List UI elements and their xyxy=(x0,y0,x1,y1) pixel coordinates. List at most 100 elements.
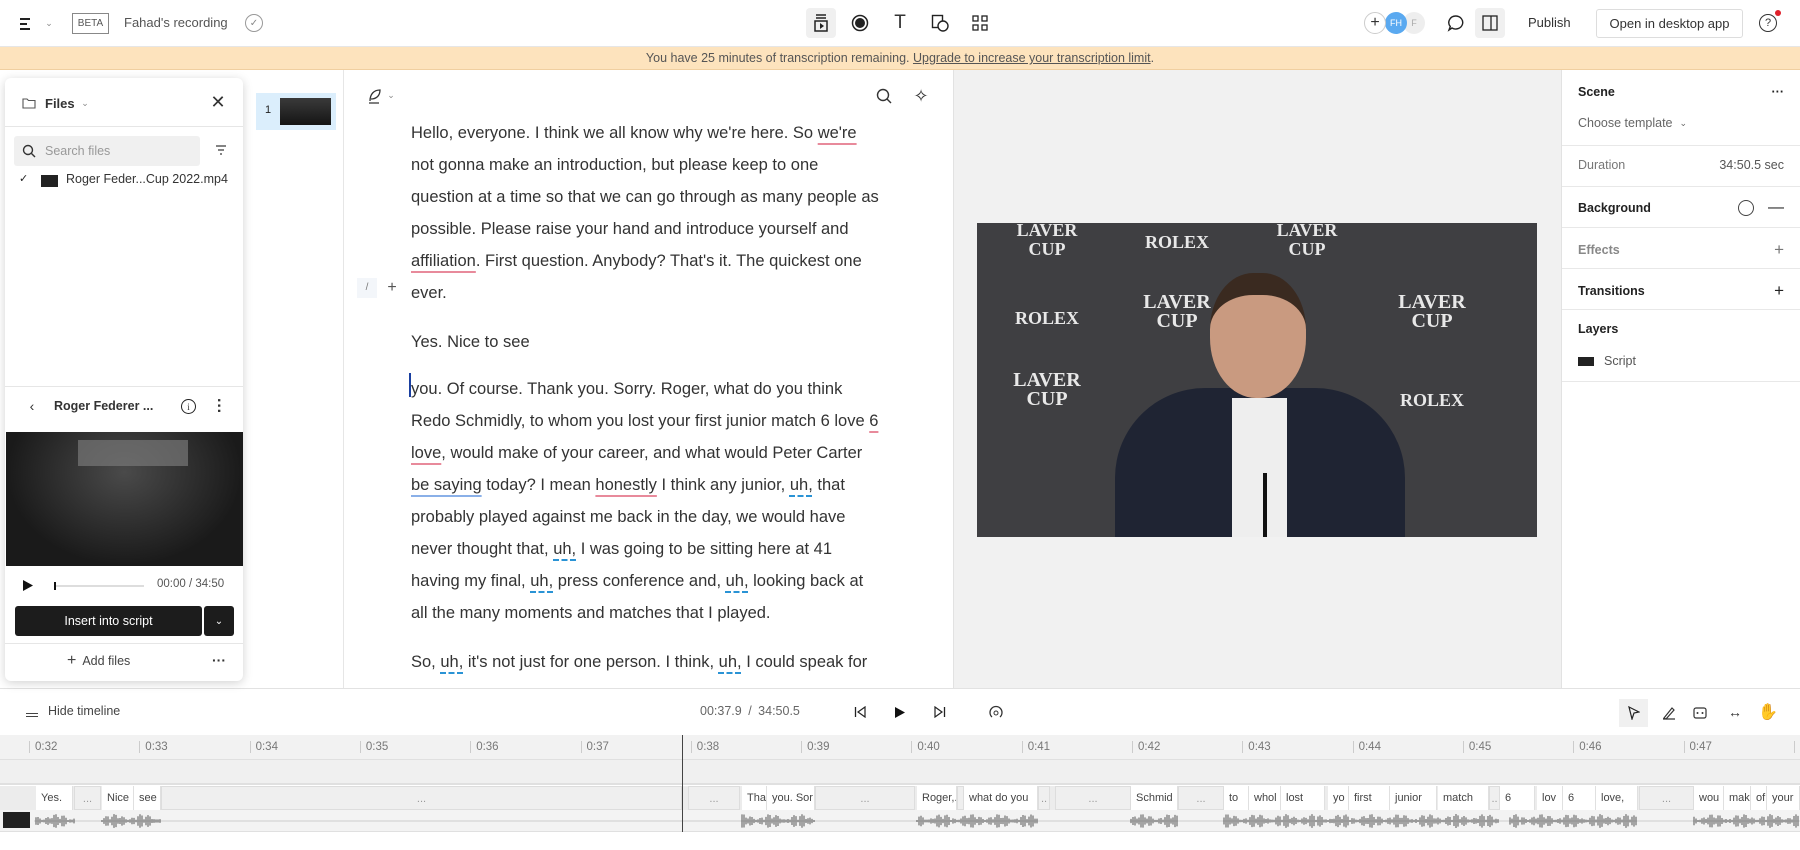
filler-word[interactable]: uh, xyxy=(790,476,813,494)
transcript-paragraph[interactable]: So, uh, it's not just for one person. I … xyxy=(411,646,911,678)
transcript-paragraph[interactable]: Hello, everyone. I think we all know why… xyxy=(411,117,911,309)
word-tile[interactable]: 6 xyxy=(1563,786,1596,810)
more-horizontal-icon[interactable]: ··· xyxy=(1772,85,1785,99)
chevron-down-icon[interactable]: ⌄ xyxy=(43,16,55,30)
avatar-fh[interactable]: FH xyxy=(1385,12,1407,34)
video-frame[interactable]: LAVER CUP ROLEX LAVER CUP ROLEX LAVER CU… xyxy=(977,223,1537,537)
word-tile[interactable]: 6 xyxy=(1500,786,1535,810)
frame-tool-icon[interactable] xyxy=(1691,704,1709,722)
filter-icon[interactable] xyxy=(214,143,228,157)
chevron-down-icon[interactable]: ⌄ xyxy=(80,97,90,109)
record-screen-icon[interactable] xyxy=(806,8,836,38)
pause-tile[interactable]: ... xyxy=(74,786,101,810)
playback-speed-icon[interactable] xyxy=(988,704,1004,720)
comment-icon[interactable] xyxy=(1446,13,1466,33)
files-dropdown[interactable]: Files xyxy=(45,96,75,111)
record-icon[interactable] xyxy=(850,13,870,33)
filler-word[interactable]: uh, xyxy=(553,540,576,558)
edit-tool-icon[interactable] xyxy=(1660,704,1678,722)
ai-sparkle-icon[interactable]: ✧ xyxy=(911,86,931,106)
word-tile[interactable]: lov xyxy=(1537,786,1563,810)
word-tile[interactable]: yo xyxy=(1328,786,1349,810)
word-tile[interactable]: Roger,. xyxy=(917,786,957,810)
pause-tile[interactable]: ... xyxy=(1055,786,1131,810)
flagged-word[interactable]: affiliation xyxy=(411,252,476,270)
flagged-word[interactable]: honestly xyxy=(595,476,656,494)
help-icon[interactable]: ? xyxy=(1759,14,1777,32)
timeline-word-track[interactable]: Yes.... Nice see...... Tha you. Sor... Roger,… xyxy=(0,786,1800,810)
word-tile[interactable]: Nice xyxy=(102,786,134,810)
add-effect-icon[interactable]: + xyxy=(1774,240,1784,260)
choose-template-dropdown[interactable]: Choose template ⌄ xyxy=(1578,116,1784,130)
pause-tile[interactable]: ... xyxy=(688,786,740,810)
insert-into-script-button[interactable]: Insert into script xyxy=(15,606,202,636)
pen-icon[interactable] xyxy=(366,87,384,105)
pause-tile[interactable]: .. xyxy=(1489,786,1500,810)
word-tile[interactable]: see xyxy=(134,786,161,810)
open-desktop-app-button[interactable]: Open in desktop app xyxy=(1596,9,1743,38)
word-tile[interactable]: mak xyxy=(1724,786,1751,810)
word-tile[interactable]: first xyxy=(1349,786,1390,810)
text-tool-icon[interactable]: T xyxy=(890,12,910,34)
pause-tile[interactable] xyxy=(957,786,964,810)
transcript-paragraph[interactable]: Yes. Nice to see xyxy=(411,326,911,358)
select-tool-icon[interactable] xyxy=(1619,699,1648,727)
timeline-ruler[interactable]: 0:32 0:33 0:34 0:35 0:36 0:37 0:38 0:39 0:40 0:41… xyxy=(0,735,1800,760)
background-color-swatch[interactable] xyxy=(1738,200,1754,216)
layer-item-script[interactable]: Script xyxy=(1578,354,1784,368)
word-tile[interactable]: lost xyxy=(1281,786,1325,810)
word-tile[interactable]: Tha xyxy=(742,786,767,810)
filler-word[interactable]: uh, xyxy=(726,572,749,590)
filler-word[interactable]: uh, xyxy=(719,653,742,671)
pause-tile[interactable]: ... xyxy=(815,786,915,810)
chevron-down-icon[interactable]: ⌄ xyxy=(386,89,396,101)
add-files-button[interactable]: + Add files xyxy=(67,652,130,670)
shapes-icon[interactable] xyxy=(930,13,950,33)
close-icon[interactable]: ✕ xyxy=(209,92,227,112)
file-video-preview[interactable] xyxy=(6,432,243,566)
word-tile[interactable]: Yes. xyxy=(36,786,73,810)
pause-tile[interactable]: ... xyxy=(1178,786,1224,810)
word-tile[interactable]: match xyxy=(1438,786,1489,810)
insert-options-dropdown[interactable]: ⌄ xyxy=(204,606,234,636)
menu-icon[interactable] xyxy=(16,14,36,34)
word-tile[interactable]: love, xyxy=(1596,786,1638,810)
word-tile[interactable]: wou xyxy=(1694,786,1724,810)
project-title[interactable]: Fahad's recording xyxy=(124,15,228,30)
back-chevron-icon[interactable]: ‹ xyxy=(25,398,39,414)
flagged-word[interactable]: 6 xyxy=(869,412,878,430)
word-tile[interactable]: of xyxy=(1751,786,1767,810)
play-icon[interactable] xyxy=(21,578,35,592)
invite-plus-icon[interactable]: + xyxy=(1364,12,1386,34)
grid-icon[interactable] xyxy=(970,13,990,33)
flagged-word[interactable]: be saying xyxy=(411,476,482,494)
hand-tool-icon[interactable]: ✋ xyxy=(1758,702,1778,722)
play-icon[interactable] xyxy=(892,704,908,720)
script-editor[interactable]: ⌄ ✧ / + Hello, everyone. I think we all … xyxy=(344,70,953,688)
add-transition-icon[interactable]: + xyxy=(1774,281,1784,301)
word-tile[interactable]: what do you xyxy=(964,786,1038,810)
upgrade-link[interactable]: Upgrade to increase your transcription l… xyxy=(913,51,1151,65)
skip-forward-icon[interactable] xyxy=(932,704,948,720)
more-horizontal-icon[interactable]: ··· xyxy=(210,651,228,669)
word-tile[interactable]: to xyxy=(1224,786,1249,810)
file-item[interactable]: ✓ Roger Feder...Cup 2022.mp4 xyxy=(15,170,235,190)
filler-word[interactable]: uh, xyxy=(530,572,553,590)
preview-scrubber[interactable] xyxy=(54,582,144,590)
info-icon[interactable]: i xyxy=(181,399,196,414)
slash-command-button[interactable]: / xyxy=(357,278,377,298)
flagged-word[interactable]: love xyxy=(411,444,441,462)
scene-item-1[interactable]: 1 xyxy=(256,93,336,130)
search-files-input[interactable]: Search files xyxy=(14,136,200,166)
pause-tile[interactable]: .. xyxy=(1038,786,1050,810)
hide-timeline-button[interactable]: Hide timeline xyxy=(26,704,120,718)
transcript-paragraph[interactable]: you. Of course. Thank you. Sorry. Roger,… xyxy=(411,373,911,629)
word-tile[interactable]: your xyxy=(1767,786,1800,810)
word-tile[interactable]: you. Sor xyxy=(767,786,815,810)
word-tile[interactable]: junior xyxy=(1390,786,1437,810)
filler-word[interactable]: uh, xyxy=(440,653,463,671)
expand-horizontal-icon[interactable]: ↔ xyxy=(1726,703,1744,721)
more-vertical-icon[interactable]: ··· xyxy=(210,396,227,416)
remove-background-icon[interactable]: — xyxy=(1768,199,1784,217)
pause-tile[interactable]: ... xyxy=(1639,786,1694,810)
